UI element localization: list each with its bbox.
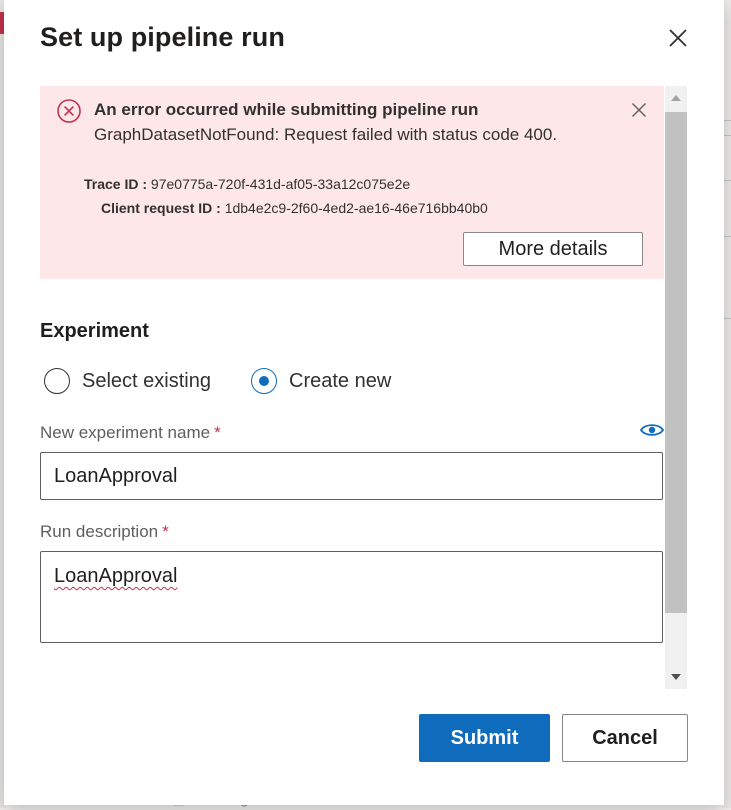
content-scrollbar[interactable] <box>664 86 688 689</box>
close-button[interactable] <box>664 24 692 52</box>
run-description-label: Run description * <box>40 522 169 542</box>
error-message-bar: An error occurred while submitting pipel… <box>40 86 664 279</box>
experiment-name-label: New experiment name * <box>40 423 221 443</box>
run-description-label-text: Run description <box>40 522 159 541</box>
experiment-name-input[interactable]: LoanApproval <box>40 452 663 500</box>
radio-circle[interactable] <box>44 368 70 394</box>
client-request-id-value: 1db4e2c9-2f60-4ed2-ae16-46e716bb40b0 <box>224 200 488 216</box>
trace-id-value: 97e0775a-720f-431d-af05-33a12c075e2e <box>150 176 411 192</box>
run-description-textarea[interactable]: LoanApproval <box>40 551 663 643</box>
error-dismiss-button[interactable] <box>629 100 649 120</box>
trace-id-row: Trace ID : 97e0775a-720f-431d-af05-33a12… <box>84 176 410 192</box>
trace-id-label: Trace ID : <box>84 176 148 192</box>
client-request-id-row: Client request ID : 1db4e2c9-2f60-4ed2-a… <box>101 200 488 216</box>
error-message: GraphDatasetNotFound: Request failed wit… <box>94 125 558 144</box>
radio-label: Create new <box>289 369 392 392</box>
dismiss-icon <box>632 103 646 117</box>
close-icon <box>669 29 687 47</box>
radio-create-new[interactable]: Create new <box>251 366 391 396</box>
radio-select-existing[interactable]: Select existing <box>44 366 211 396</box>
dialog-content[interactable]: An error occurred while submitting pipel… <box>40 86 688 689</box>
run-description-text: LoanApproval <box>54 565 178 587</box>
scroll-down-arrow-icon[interactable] <box>671 674 681 680</box>
experiment-name-label-text: New experiment name <box>40 423 211 442</box>
scrollbar-thumb[interactable] <box>665 112 687 613</box>
dialog-title: Set up pipeline run <box>40 22 285 52</box>
scroll-up-arrow-icon[interactable] <box>671 95 681 101</box>
radio-circle-selected[interactable] <box>251 368 277 394</box>
error-title: An error occurred while submitting pipel… <box>94 100 479 119</box>
pipeline-run-dialog: Set up pipeline run An error occurred wh… <box>4 0 724 805</box>
client-request-id-label: Client request ID : <box>101 200 221 216</box>
background-page-right <box>723 0 731 808</box>
cancel-button[interactable]: Cancel <box>562 714 688 762</box>
eye-icon[interactable] <box>639 422 665 438</box>
submit-button[interactable]: Submit <box>419 714 550 762</box>
radio-label: Select existing <box>82 369 211 392</box>
required-mark: * <box>214 423 221 442</box>
more-details-button[interactable]: More details <box>463 232 643 266</box>
experiment-section-title: Experiment <box>40 320 149 342</box>
error-circle-icon <box>57 99 81 123</box>
required-mark: * <box>162 522 169 541</box>
